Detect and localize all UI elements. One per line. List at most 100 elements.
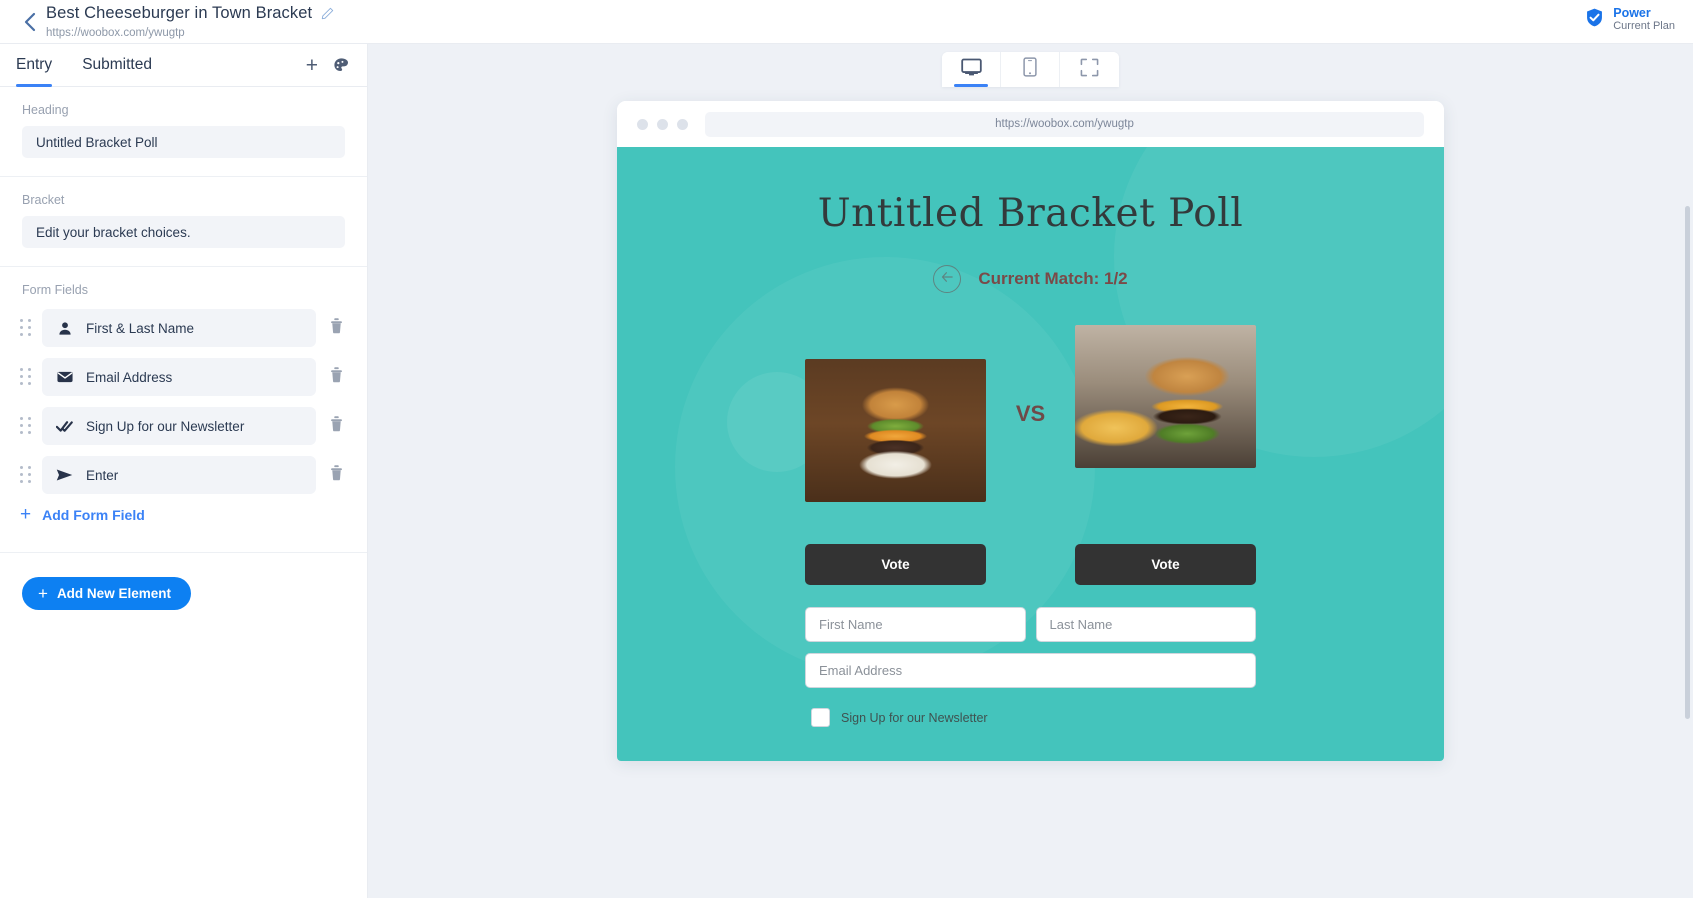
page-title: Best Cheeseburger in Town Bracket bbox=[46, 4, 313, 22]
device-tabs bbox=[942, 52, 1119, 87]
form-field-enter[interactable]: Enter bbox=[42, 456, 316, 494]
plus-icon[interactable]: + bbox=[306, 55, 318, 76]
double-check-icon bbox=[56, 420, 73, 433]
tab-submitted[interactable]: Submitted bbox=[82, 44, 152, 87]
list-item: Enter bbox=[0, 456, 367, 494]
first-name-input[interactable]: First Name bbox=[805, 607, 1026, 642]
heading-input[interactable]: Untitled Bracket Poll bbox=[22, 126, 345, 158]
form-fields-section: Form Fields First & Last Name Email Addr… bbox=[0, 267, 367, 610]
delete-form-field-button[interactable] bbox=[316, 366, 356, 388]
editor-sidebar: Entry Submitted + Heading Untitled Brack… bbox=[0, 44, 368, 898]
url-bar[interactable]: https://woobox.com/ywugtp bbox=[705, 111, 1424, 137]
window-dot bbox=[677, 118, 688, 130]
match-status-row: Current Match: 1/2 bbox=[617, 265, 1444, 293]
form-field-label: Sign Up for our Newsletter bbox=[86, 418, 245, 434]
contender-left bbox=[805, 359, 986, 502]
top-bar: Best Cheeseburger in Town Bracket https:… bbox=[0, 0, 1693, 44]
vote-button-left[interactable]: Vote bbox=[805, 544, 986, 585]
delete-form-field-button[interactable] bbox=[316, 317, 356, 339]
bracket-section: Bracket Edit your bracket choices. bbox=[0, 177, 367, 267]
form-field-newsletter[interactable]: Sign Up for our Newsletter bbox=[42, 407, 316, 445]
desktop-monitor-icon bbox=[960, 58, 982, 82]
previous-match-button[interactable] bbox=[933, 265, 962, 293]
section-divider bbox=[0, 552, 367, 553]
device-tab-desktop[interactable] bbox=[942, 52, 1001, 87]
sidebar-tab-actions: + bbox=[306, 55, 351, 76]
arrow-left-icon bbox=[941, 270, 954, 288]
drag-handle-icon[interactable] bbox=[18, 464, 34, 486]
window-dot bbox=[657, 118, 668, 130]
newsletter-checkbox[interactable] bbox=[811, 708, 830, 727]
person-icon bbox=[56, 321, 73, 336]
delete-form-field-button[interactable] bbox=[316, 464, 356, 486]
trash-icon bbox=[329, 464, 344, 486]
form-field-label: Enter bbox=[86, 467, 119, 483]
form-field-label: First & Last Name bbox=[86, 320, 195, 336]
bracket-input[interactable]: Edit your bracket choices. bbox=[22, 216, 345, 248]
newsletter-label: Sign Up for our Newsletter bbox=[841, 710, 988, 725]
chevron-left-icon bbox=[23, 12, 36, 32]
form-field-email-address[interactable]: Email Address bbox=[42, 358, 316, 396]
campaign-url[interactable]: https://woobox.com/ywugtp bbox=[46, 25, 334, 41]
form-field-label: Email Address bbox=[86, 369, 173, 385]
preview-pane: https://woobox.com/ywugtp Untitled Brack… bbox=[368, 44, 1693, 898]
poll-canvas: Untitled Bracket Poll Current Match: 1/2 bbox=[617, 147, 1444, 761]
tab-entry[interactable]: Entry bbox=[16, 44, 53, 87]
heading-section: Heading Untitled Bracket Poll bbox=[0, 87, 367, 177]
back-button[interactable] bbox=[12, 0, 46, 44]
device-tab-fullscreen[interactable] bbox=[1060, 52, 1119, 87]
drag-handle-icon[interactable] bbox=[18, 317, 34, 339]
browser-chrome: https://woobox.com/ywugtp bbox=[617, 101, 1444, 147]
add-new-element-button[interactable]: + Add New Element bbox=[22, 577, 191, 610]
window-dot bbox=[637, 118, 648, 130]
drag-handle-icon[interactable] bbox=[18, 366, 34, 388]
plus-icon: + bbox=[20, 504, 32, 525]
device-tab-mobile[interactable] bbox=[1001, 52, 1060, 87]
list-item: First & Last Name bbox=[0, 309, 367, 347]
delete-form-field-button[interactable] bbox=[316, 415, 356, 437]
last-name-input[interactable]: Last Name bbox=[1035, 607, 1256, 642]
contender-right bbox=[1075, 325, 1256, 468]
add-form-field-label: Add Form Field bbox=[42, 506, 145, 523]
poll-title: Untitled Bracket Poll bbox=[817, 191, 1244, 236]
palette-icon[interactable] bbox=[332, 56, 351, 75]
form-fields-label: Form Fields bbox=[22, 283, 88, 297]
vs-label: VS bbox=[1015, 400, 1046, 426]
plan-subtitle: Current Plan bbox=[1613, 20, 1675, 33]
matchup-row: VS bbox=[617, 325, 1444, 502]
paper-plane-icon bbox=[56, 468, 73, 482]
name-row: First Name Last Name bbox=[805, 607, 1256, 642]
vote-button-right[interactable]: Vote bbox=[1075, 544, 1256, 585]
trash-icon bbox=[329, 317, 344, 339]
trash-icon bbox=[329, 415, 344, 437]
verified-check-badge-icon bbox=[1584, 7, 1605, 33]
plus-icon: + bbox=[38, 584, 48, 603]
fullscreen-expand-icon bbox=[1080, 58, 1099, 82]
list-item: Email Address bbox=[0, 358, 367, 396]
entry-form: First Name Last Name Email Address Sign … bbox=[805, 607, 1256, 727]
current-match-label: Current Match: 1/2 bbox=[978, 269, 1128, 288]
list-item: Sign Up for our Newsletter bbox=[0, 407, 367, 445]
trash-icon bbox=[329, 366, 344, 388]
cheeseburger-with-fries-photo[interactable] bbox=[1075, 325, 1256, 468]
envelope-icon bbox=[56, 371, 73, 383]
add-new-element-label: Add New Element bbox=[56, 586, 171, 601]
add-form-field-button[interactable]: + Add Form Field bbox=[0, 505, 367, 524]
main-body: Entry Submitted + Heading Untitled Brack… bbox=[0, 44, 1693, 898]
mobile-phone-icon bbox=[1023, 57, 1037, 82]
bracket-label: Bracket bbox=[22, 193, 65, 207]
cheeseburger-on-plate-photo[interactable] bbox=[805, 359, 986, 502]
plan-name: Power bbox=[1613, 6, 1651, 20]
campaign-info: Best Cheeseburger in Town Bracket https:… bbox=[46, 0, 334, 41]
plan-badge[interactable]: Power Current Plan bbox=[1584, 6, 1675, 33]
pencil-icon[interactable] bbox=[321, 7, 334, 20]
form-fields-list: First & Last Name Email Address Sign Up … bbox=[0, 309, 367, 494]
preview-scrollbar[interactable] bbox=[1685, 206, 1690, 719]
app-root: Best Cheeseburger in Town Bracket https:… bbox=[0, 0, 1693, 898]
poll-content: Untitled Bracket Poll Current Match: 1/2 bbox=[617, 147, 1444, 727]
email-input[interactable]: Email Address bbox=[805, 653, 1256, 688]
heading-label: Heading bbox=[22, 103, 69, 117]
drag-handle-icon[interactable] bbox=[18, 415, 34, 437]
form-field-first-last-name[interactable]: First & Last Name bbox=[42, 309, 316, 347]
vote-buttons-row: Vote Vote bbox=[617, 544, 1444, 585]
